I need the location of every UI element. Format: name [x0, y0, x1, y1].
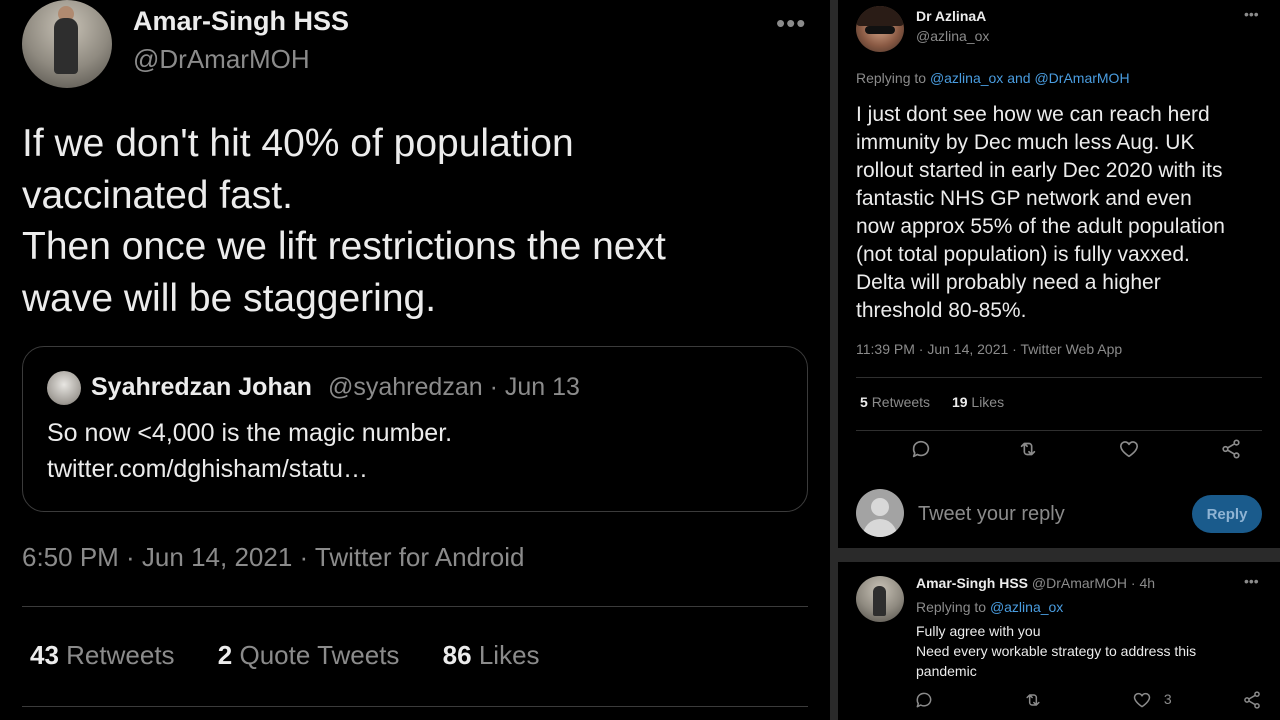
reply-input[interactable] — [918, 499, 1180, 529]
tweet-stats: 43 Retweets 2 Quote Tweets 86 Likes — [30, 640, 576, 671]
reply-icon[interactable] — [910, 438, 940, 468]
retweet-label: Retweets — [871, 394, 931, 410]
tweet-text: If we don't hit 40% of population vaccin… — [22, 118, 812, 324]
tweet-text-line: Delta will probably need a higher — [856, 271, 1161, 294]
divider — [22, 706, 808, 707]
author-avatar[interactable] — [22, 0, 112, 88]
reply-actions: 3 — [914, 690, 1264, 714]
quoted-text-line: So now <4,000 is the magic number. — [47, 419, 453, 447]
reply-icon[interactable] — [914, 690, 934, 714]
like-label: Likes — [478, 640, 540, 670]
more-options-icon[interactable]: ••• — [1244, 6, 1259, 22]
left-tweet-panel: Amar-Singh HSS @DrAmarMOH ••• If we don'… — [0, 0, 830, 720]
like-count: 3 — [1163, 690, 1172, 707]
likes-stat[interactable]: 19 Likes — [952, 394, 1004, 410]
reply-text-line: pandemic — [916, 663, 977, 679]
likes-stat[interactable]: 86 Likes — [443, 640, 540, 671]
reply-author-meta: @DrAmarMOH · 4h — [1031, 575, 1156, 591]
author-name[interactable]: Amar-Singh HSS — [133, 6, 349, 37]
like-count: 19 — [951, 394, 968, 410]
tweet-text-line: fantastic NHS GP network and even — [856, 187, 1192, 210]
right-tweet-panel: Dr AzlinaA @azlina_ox ••• Replying to @a… — [838, 0, 1280, 720]
tweet-text-line: rollout started in early Dec 2020 with i… — [856, 159, 1223, 182]
tweet-actions — [856, 438, 1262, 468]
retweet-icon[interactable] — [1016, 438, 1046, 468]
tweet-text-line: threshold 80-85%. — [856, 299, 1027, 322]
quoted-text-link[interactable]: twitter.com/dghisham/statu… — [47, 451, 452, 487]
tweet-text-line: immunity by Dec much less Aug. UK — [856, 131, 1195, 154]
like-icon[interactable] — [1118, 438, 1148, 468]
reply-text-line: Need every workable strategy to address … — [916, 643, 1197, 659]
retweet-count: 5 — [860, 394, 868, 410]
quoted-tweet-card[interactable]: Syahredzan Johan @syahredzan · Jun 13 So… — [22, 346, 808, 512]
replying-prefix: Replying to — [916, 599, 987, 615]
replying-to-link[interactable]: @azlina_ox — [930, 70, 1003, 86]
replying-to: Replying to @azlina_ox and @DrAmarMOH — [856, 70, 1130, 86]
section-separator — [838, 548, 1280, 562]
retweets-stat[interactable]: 5 Retweets — [860, 394, 930, 410]
tweet-text-line: vaccinated fast. — [22, 173, 293, 217]
more-options-icon[interactable]: ••• — [1244, 573, 1259, 589]
quote-count: 2 — [217, 640, 233, 670]
reply-text-line: Fully agree with you — [916, 623, 1041, 639]
retweet-count: 43 — [30, 640, 59, 670]
divider — [856, 430, 1262, 431]
tweet-text-line: now approx 55% of the adult population — [856, 215, 1225, 238]
share-icon[interactable] — [1220, 438, 1250, 468]
more-options-icon[interactable]: ••• — [776, 8, 806, 39]
quote-tweets-stat[interactable]: 2 Quote Tweets — [218, 640, 400, 671]
replying-and[interactable]: and — [1007, 70, 1030, 86]
divider — [856, 377, 1262, 378]
like-icon[interactable]: 3 — [1132, 690, 1172, 714]
panel-divider — [830, 0, 838, 720]
retweet-label: Retweets — [66, 640, 175, 670]
quoted-tweet-text: So now <4,000 is the magic number. twitt… — [47, 415, 452, 487]
author-name[interactable]: Dr AzlinaA — [916, 8, 986, 24]
reply-author-name[interactable]: Amar-Singh HSS — [916, 575, 1028, 591]
retweets-stat[interactable]: 43 Retweets — [30, 640, 175, 671]
reply-header: Amar-Singh HSS @DrAmarMOH · 4h — [916, 575, 1155, 591]
replying-prefix: Replying to — [856, 70, 927, 86]
quoted-author-meta: @syahredzan · Jun 13 — [328, 373, 580, 401]
quote-label: Quote Tweets — [239, 640, 400, 670]
like-count: 86 — [442, 640, 472, 670]
tweet-text-line: If we don't hit 40% of population — [22, 122, 574, 165]
reply-author-avatar[interactable] — [856, 576, 904, 622]
replying-to-link[interactable]: @azlina_ox — [990, 599, 1063, 615]
divider — [22, 606, 808, 607]
like-label: Likes — [971, 394, 1005, 410]
tweet-text-line: Then once we lift restrictions the next — [22, 225, 666, 268]
quoted-author-avatar — [47, 371, 81, 405]
author-handle[interactable]: @DrAmarMOH — [133, 44, 310, 75]
tweet-text: I just dont see how we can reach herd im… — [856, 101, 1272, 325]
tweet-stats: 5 Retweets 19 Likes — [860, 394, 1022, 410]
replying-to: Replying to @azlina_ox — [916, 599, 1063, 615]
author-avatar[interactable] — [856, 6, 904, 52]
retweet-icon[interactable] — [1022, 690, 1044, 714]
replying-to-link[interactable]: @DrAmarMOH — [1034, 70, 1129, 86]
tweet-text-line: (not total population) is fully vaxxed. — [856, 243, 1190, 266]
tweet-timestamp[interactable]: 11:39 PM · Jun 14, 2021 · Twitter Web Ap… — [856, 341, 1122, 357]
user-avatar — [856, 489, 904, 537]
tweet-text-line: wave will be staggering. — [22, 276, 437, 320]
reply-button[interactable]: Reply — [1192, 495, 1262, 533]
reply-composer: Reply — [856, 489, 1262, 541]
tweet-timestamp[interactable]: 6:50 PM · Jun 14, 2021 · Twitter for And… — [22, 542, 524, 573]
author-handle[interactable]: @azlina_ox — [916, 28, 989, 44]
reply-text: Fully agree with you Need every workable… — [916, 621, 1196, 681]
share-icon[interactable] — [1242, 690, 1262, 714]
quoted-author-name: Syahredzan Johan — [91, 373, 312, 401]
tweet-text-line: I just dont see how we can reach herd — [856, 103, 1210, 126]
